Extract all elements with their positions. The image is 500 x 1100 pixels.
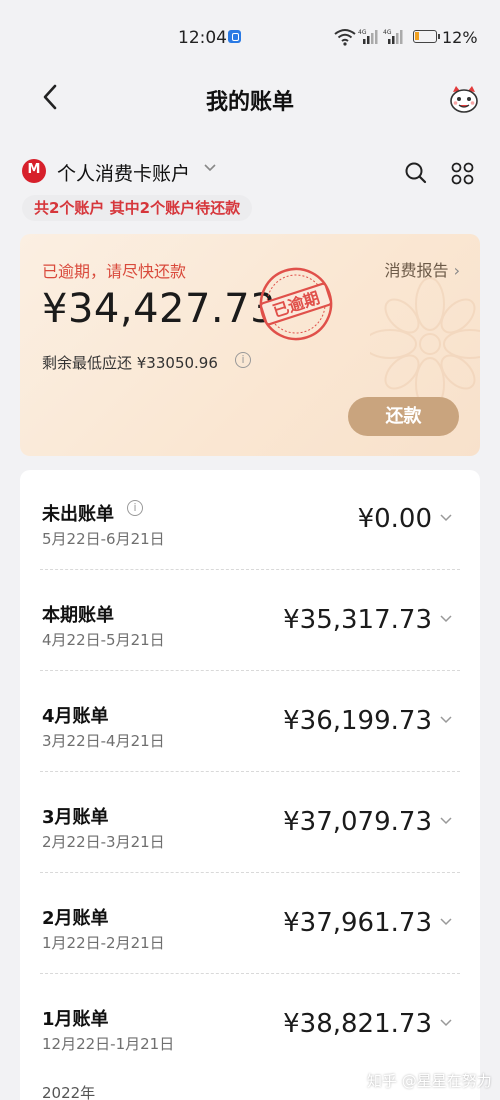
battery-percent: 12% [442,28,478,47]
bill-row-current[interactable]: 本期账单 4月22日-5月21日 ¥35,317.73 [20,571,480,671]
account-row: M 个人消费卡账户 [0,153,500,193]
minimum-payment: 剩余最低应还 ¥33050.96 [42,354,218,372]
vpn-icon [228,30,241,43]
bill-date-range: 2月22日-3月21日 [42,833,165,851]
chevron-down-icon [440,615,452,623]
bill-title: 3月账单 [42,807,109,828]
bill-title: 2月账单 [42,908,109,929]
bill-row-january[interactable]: 1月账单 12月22日-1月21日 ¥38,821.73 [20,975,480,1075]
grid-menu-icon[interactable] [451,162,474,185]
divider [40,872,460,873]
bill-amount: ¥0.00 [357,504,432,534]
info-icon[interactable]: i [127,500,143,516]
overdue-warning: 已逾期，请尽快还款 [42,262,187,281]
signal-icon: 4G [358,29,378,44]
bank-logo: M [22,159,46,183]
bill-row-march[interactable]: 3月账单 2月22日-3月21日 ¥37,079.73 [20,773,480,873]
bill-date-range: 12月22日-1月21日 [42,1035,175,1053]
bill-date-range: 1月22日-2月21日 [42,934,165,952]
bill-date-range: 3月22日-4月21日 [42,732,165,750]
battery-icon [413,30,440,43]
account-selector[interactable]: 个人消费卡账户 [57,159,190,186]
bill-amount: ¥38,821.73 [283,1009,432,1039]
chevron-down-icon [440,716,452,724]
bill-page: 12:04 4G 4G 12% 我的账单 M 个人消费卡账户 共2个账户 其中2… [0,0,500,1100]
status-bar: 12:04 4G 4G 12% [0,0,500,70]
bill-title: 4月账单 [42,706,109,727]
search-icon[interactable] [404,161,428,185]
overdue-amount: ¥34,427.73 [42,286,277,332]
svg-text:4G: 4G [383,29,392,36]
bill-date-range: 4月22日-5月21日 [42,631,165,649]
info-icon[interactable]: i [235,352,251,368]
consumption-report-link[interactable]: 消费报告 › [384,257,460,281]
account-summary-pill: 共2个账户 其中2个账户待还款 [22,195,253,221]
chevron-down-icon [440,1019,452,1027]
bill-list: 未出账单 i 5月22日-6月21日 ¥0.00 本期账单 4月22日-5月21… [20,470,480,1100]
year-section-label: 2022年 [42,1084,96,1100]
bill-title: 本期账单 [42,605,114,626]
chevron-right-icon: › [453,261,460,280]
bill-amount: ¥36,199.73 [283,706,432,736]
page-title: 我的账单 [205,90,294,115]
bill-amount: ¥35,317.73 [283,605,432,635]
chevron-down-icon [440,918,452,926]
divider [40,670,460,671]
report-label: 消费报告 [384,261,449,280]
overdue-card: 已逾期，请尽快还款 消费报告 › ¥34,427.73 已逾期 剩余最低应还 ¥… [20,234,480,456]
chevron-down-icon [440,817,452,825]
flower-decoration [370,277,480,411]
bill-date-range: 5月22日-6月21日 [42,530,165,548]
signal-icon-2: 4G [383,29,403,44]
bill-amount: ¥37,961.73 [283,908,432,938]
bill-amount: ¥37,079.73 [283,807,432,837]
watermark: 知乎 @星星在努力 [367,1072,492,1090]
divider [40,973,460,974]
bill-title: 未出账单 [42,504,114,525]
bill-row-unbilled[interactable]: 未出账单 i 5月22日-6月21日 ¥0.00 [20,470,480,570]
repay-button[interactable]: 还款 [348,397,459,436]
status-time: 12:04 [178,28,227,48]
bill-row-april[interactable]: 4月账单 3月22日-4月21日 ¥36,199.73 [20,672,480,772]
chevron-down-icon [440,514,452,522]
wifi-icon [334,29,356,46]
chevron-down-icon[interactable] [203,163,217,173]
bill-title: 1月账单 [42,1009,109,1030]
bill-row-february[interactable]: 2月账单 1月22日-2月21日 ¥37,961.73 [20,874,480,974]
divider [40,771,460,772]
divider [40,569,460,570]
overdue-stamp-icon: 已逾期 [259,267,333,341]
mascot-icon[interactable] [447,82,481,116]
bank-logo-text: M [27,162,41,177]
nav-bar: 我的账单 [0,70,500,126]
svg-text:4G: 4G [358,29,367,36]
